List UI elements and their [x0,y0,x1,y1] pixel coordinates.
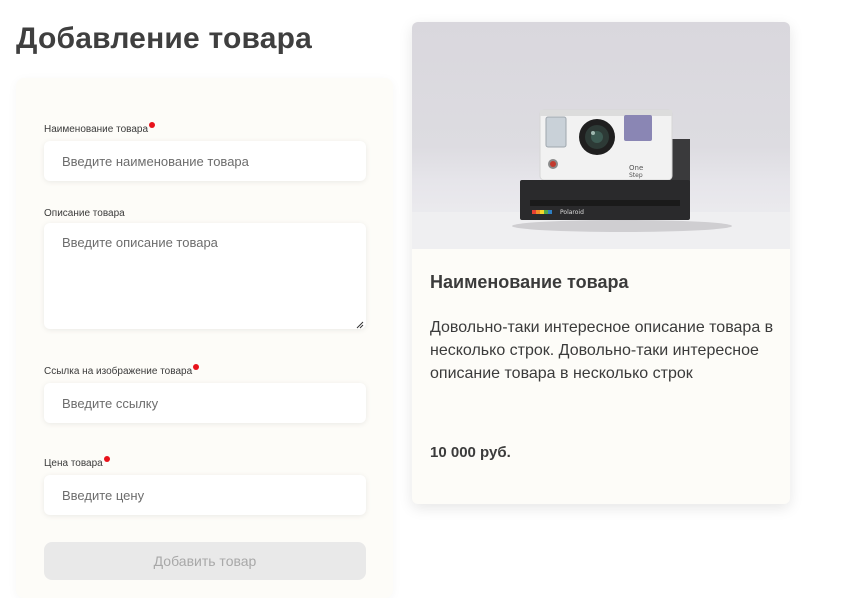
image-link-label: Ссылка на изображение товара [44,364,200,377]
add-product-form: Наименование товара Описание товара Ссыл… [16,78,393,598]
required-marker [103,456,110,462]
required-marker [149,122,156,128]
svg-text:One: One [629,164,643,172]
price-input[interactable] [44,475,366,515]
resize-handle-icon[interactable] [356,321,364,329]
svg-text:Step: Step [629,172,643,179]
image-link-input[interactable] [44,383,366,423]
description-label: Описание товара [44,208,125,219]
preview-title: Наименование товара [430,272,629,292]
preview-price: 10 000 руб. [430,444,511,461]
price-label: Цена товара [44,456,110,469]
product-image: One Step Polaroid [412,22,790,249]
description-textarea[interactable] [44,223,366,329]
product-preview-card: One Step Polaroid Наименование товара До… [412,22,790,504]
polaroid-camera-icon: One Step Polaroid [412,109,790,249]
name-input[interactable] [44,141,366,181]
preview-description: Довольно-таки интересное описание товара… [430,319,774,382]
add-product-button[interactable]: Добавить товар [44,542,366,580]
name-label: Наименование товара [44,122,156,135]
required-marker [193,364,200,370]
page-title: Добавление товара [16,22,313,55]
svg-text:Polaroid: Polaroid [560,209,584,216]
